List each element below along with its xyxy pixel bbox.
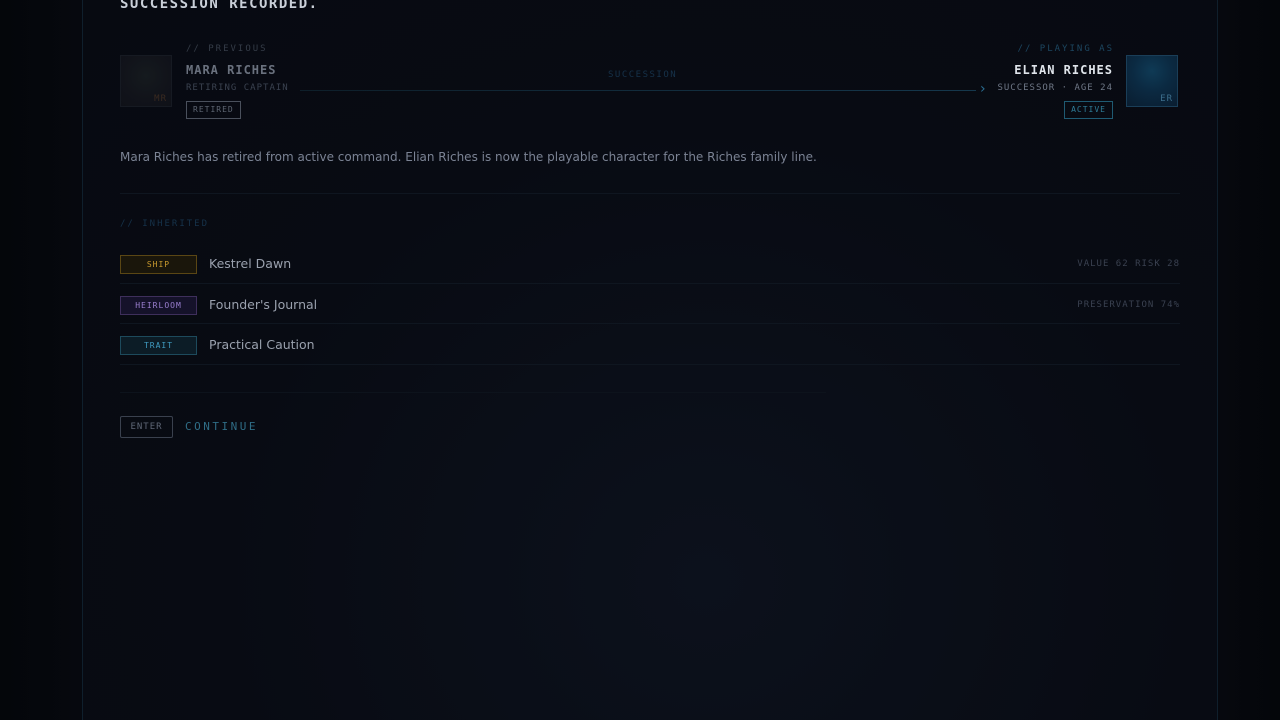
right-backdrop [1218,0,1280,720]
previous-name: MARA RICHES [186,63,277,77]
item-meta: VALUE 62 RISK 28 [1077,259,1180,269]
previous-initials: MR [154,94,167,104]
previous-section-label: // PREVIOUS [186,44,268,54]
item-type-badge: SHIP [120,255,197,274]
inherited-item-heirloom: HEIRLOOM Founder's Journal PRESERVATION … [120,284,1180,324]
previous-role: RETIRING CAPTAIN [186,83,289,93]
left-backdrop [0,0,82,720]
inherited-item-trait: TRAIT Practical Caution [120,324,1180,364]
chevron-right-icon: › [980,81,986,97]
item-meta: PRESERVATION 74% [1077,300,1180,310]
enter-key-hint[interactable]: ENTER [120,416,173,438]
divider [120,193,1180,194]
inherited-item-ship: SHIP Kestrel Dawn VALUE 62 RISK 28 [120,243,1180,283]
current-role: SUCCESSOR · AGE 24 [997,83,1113,93]
current-name: ELIAN RICHES [1014,63,1113,77]
succession-description: Mara Riches has retired from active comm… [120,150,817,164]
inherited-section-label: // INHERITED [120,219,210,229]
previous-status-badge: RETIRED [186,101,241,119]
item-type-badge: TRAIT [120,336,197,355]
succession-line [300,90,976,91]
succession-label: SUCCESSION [608,70,678,80]
item-name: Kestrel Dawn [209,256,292,271]
item-name: Founder's Journal [209,297,318,312]
item-type-badge: HEIRLOOM [120,296,197,315]
current-portrait: ER [1126,55,1178,107]
continue-button[interactable]: CONTINUE [185,420,258,433]
divider [120,392,826,393]
page-title: SUCCESSION RECORDED. [120,0,319,12]
item-name: Practical Caution [209,337,315,352]
divider [120,364,1180,365]
previous-portrait: MR [120,55,172,107]
current-status-badge: ACTIVE [1064,101,1113,119]
current-section-label: // PLAYING AS [1017,44,1114,54]
current-initials: ER [1160,94,1173,104]
